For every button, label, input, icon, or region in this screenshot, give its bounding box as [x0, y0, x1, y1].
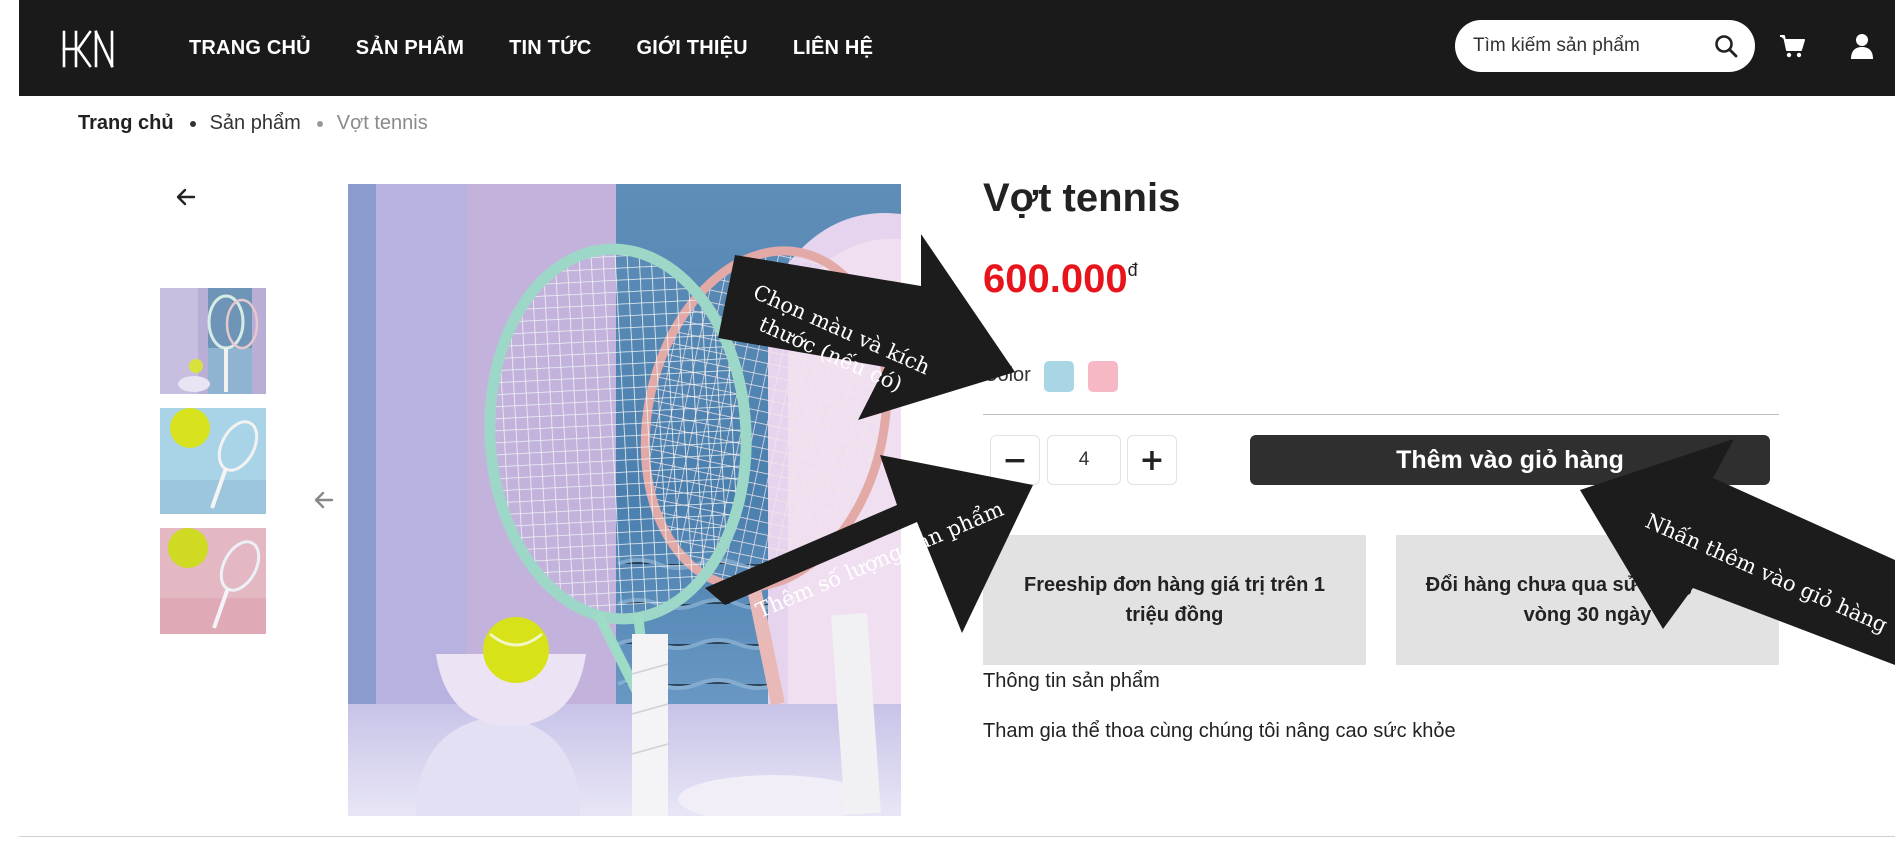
- user-icon[interactable]: [1850, 33, 1874, 59]
- price-value: 600.000: [983, 257, 1128, 301]
- product-info-title: Thông tin sản phẩm: [983, 670, 1160, 692]
- add-to-cart-button[interactable]: Thêm vào giỏ hàng: [1250, 435, 1770, 485]
- product-thumbnail[interactable]: [160, 528, 266, 634]
- quantity-input[interactable]: [1047, 435, 1121, 485]
- footer-divider: [19, 836, 1895, 837]
- breadcrumb-separator: [316, 120, 323, 127]
- search-input[interactable]: [1473, 32, 1703, 60]
- breadcrumb-home[interactable]: Trang chủ: [78, 112, 174, 135]
- product-thumbnail[interactable]: [160, 408, 266, 514]
- breadcrumb-category[interactable]: Sản phẩm: [210, 112, 301, 135]
- policy-freeship: Freeship đơn hàng giá trị trên 1 triệu đ…: [983, 535, 1366, 665]
- nav-about[interactable]: GIỚI THIỆU: [637, 37, 748, 60]
- site-header: TRANG CHỦ SẢN PHẨM TIN TỨC GIỚI THIỆU LI…: [19, 0, 1895, 96]
- color-label: Color: [983, 364, 1031, 386]
- quantity-increase-button[interactable]: +: [1127, 435, 1177, 485]
- nav-home[interactable]: TRANG CHỦ: [189, 37, 311, 60]
- product-title: Vợt tennis: [983, 176, 1181, 220]
- search-box: [1455, 20, 1755, 72]
- cart-icon[interactable]: [1779, 33, 1805, 59]
- nav-news[interactable]: TIN TỨC: [509, 37, 591, 60]
- product-main-image: [348, 184, 901, 816]
- quantity-decrease-button[interactable]: −: [990, 435, 1040, 485]
- nav-products[interactable]: SẢN PHẨM: [356, 37, 464, 60]
- divider: [983, 414, 1779, 415]
- thumbnail-prev-arrow-icon[interactable]: [174, 185, 198, 209]
- product-thumbnail[interactable]: [160, 288, 266, 394]
- search-icon[interactable]: [1713, 33, 1739, 59]
- product-info-description: Tham gia thể thoa cùng chúng tôi nâng ca…: [983, 720, 1456, 742]
- nav-contact[interactable]: LIÊN HỆ: [793, 37, 873, 60]
- main-nav: TRANG CHỦ SẢN PHẨM TIN TỨC GIỚI THIỆU LI…: [189, 0, 873, 96]
- color-swatch-blue[interactable]: [1044, 361, 1074, 392]
- breadcrumb-separator: [189, 120, 196, 127]
- product-price: 600.000đ: [983, 257, 1138, 302]
- price-currency: đ: [1127, 259, 1138, 280]
- breadcrumb: Trang chủ Sản phẩm Vợt tennis: [78, 112, 428, 135]
- image-prev-arrow-icon[interactable]: [312, 488, 336, 512]
- breadcrumb-current: Vợt tennis: [336, 112, 428, 134]
- color-swatch-pink[interactable]: [1088, 361, 1118, 392]
- logo-icon[interactable]: [60, 30, 116, 68]
